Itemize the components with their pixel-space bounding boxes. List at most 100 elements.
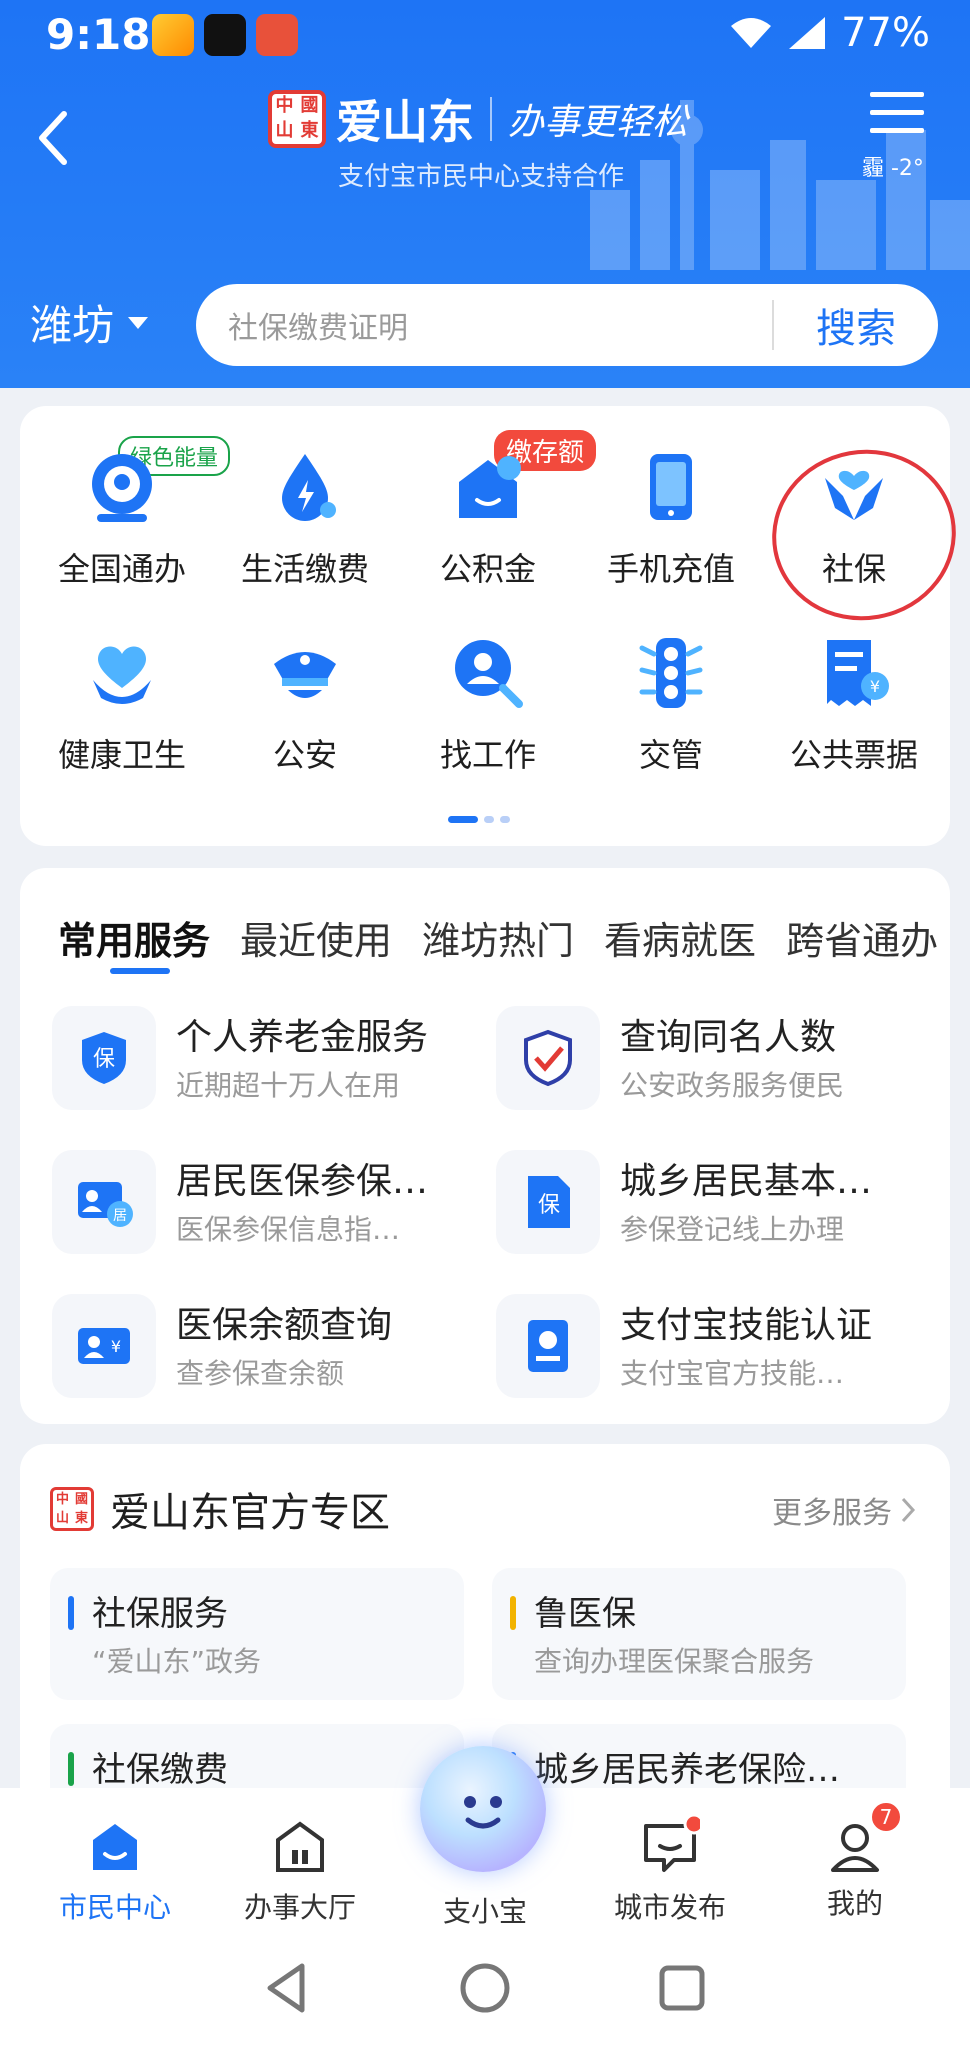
service-item-urban-rural[interactable]: 保 城乡居民基本… 参保登记线上办理	[496, 1150, 916, 1254]
tab-city-news[interactable]: 城市发布	[585, 1813, 755, 1926]
grid-item-nationwide[interactable]: 绿色能量 全国通办	[32, 436, 231, 590]
more-services-link[interactable]: 更多服务	[772, 1488, 916, 1532]
water-drop-bolt-icon	[282, 454, 336, 521]
grid-item-phone-topup[interactable]: 手机充值	[581, 448, 761, 590]
service-title: 个人养老金服务	[176, 1017, 429, 1058]
zone-item-subtitle: 查询办理医保聚合服务	[534, 1645, 815, 1678]
grid-item-label: 生活缴费	[240, 550, 369, 588]
service-item-medical-balance[interactable]: ¥ 医保余额查询 查参保查余额	[52, 1294, 472, 1398]
citizen-center-icon	[93, 1824, 137, 1870]
chevron-right-icon	[901, 1497, 916, 1523]
common-services-card: 常用服务 最近使用 潍坊热门 看病就医 跨省通办 保 个人养老金服务 近期超十万…	[20, 868, 950, 1424]
more-services-label: 更多服务	[772, 1496, 892, 1531]
service-title: 支付宝技能认证	[620, 1305, 873, 1346]
page-dot-active	[448, 816, 478, 823]
grid-item-housing-fund[interactable]: 缴存额 公积金	[398, 430, 597, 590]
shandong-seal-icon: 中 國 山 東	[50, 1487, 94, 1531]
tab-common-services[interactable]: 常用服务	[58, 910, 210, 965]
zone-header: 中 國 山 東 爱山东官方专区	[50, 1480, 390, 1538]
assistant-icon[interactable]	[420, 1746, 546, 1872]
service-item-resident-insurance[interactable]: 居 居民医保参保… 医保参保信息指…	[52, 1150, 472, 1254]
service-subtitle: 医保参保信息指…	[176, 1213, 401, 1246]
globe-person-icon	[92, 454, 152, 522]
system-nav-bar	[0, 1928, 970, 2048]
search-bar[interactable]: 社保缴费证明 搜索	[196, 284, 938, 366]
medical-card-icon: ¥	[52, 1294, 156, 1398]
heart-hands-icon	[93, 646, 151, 704]
grid-item-label: 公积金	[439, 550, 536, 588]
page-dot	[484, 816, 494, 823]
service-item-skill-cert[interactable]: 支付宝技能认证 支付宝官方技能…	[496, 1294, 916, 1398]
service-title: 居民医保参保…	[176, 1161, 429, 1202]
resident-card-icon: 居	[52, 1150, 156, 1254]
chevron-down-icon	[128, 316, 149, 329]
phone-icon	[650, 454, 692, 520]
certificate-icon	[496, 1294, 600, 1398]
store-app-icon	[256, 14, 298, 56]
tab-cross-province[interactable]: 跨省通办	[786, 910, 938, 965]
service-subtitle: 查参保查余额	[176, 1357, 345, 1390]
tab-label: 城市发布	[613, 1891, 726, 1924]
receipt-icon: ¥	[827, 640, 889, 706]
grid-item-jobs[interactable]: 找工作	[398, 634, 578, 776]
service-item-same-name[interactable]: 查询同名人数 公安政务服务便民	[496, 1006, 916, 1110]
douyin-app-icon	[204, 14, 246, 56]
status-time: 9:18	[46, 10, 151, 59]
tab-label: 办事大厅	[243, 1891, 356, 1924]
svg-text:居: 居	[113, 1208, 127, 1224]
search-input[interactable]: 社保缴费证明	[196, 303, 772, 347]
nav-home-icon[interactable]	[455, 1958, 515, 2018]
fund-house-icon	[459, 456, 521, 518]
tab-recent[interactable]: 最近使用	[240, 910, 392, 965]
grid-item-label: 公共票据	[789, 736, 918, 774]
brand-name: 爱山东	[336, 95, 474, 149]
service-title: 查询同名人数	[620, 1017, 837, 1058]
nav-recents-icon[interactable]	[652, 1958, 712, 2018]
city-selector[interactable]: 潍坊	[30, 292, 149, 353]
menu-icon[interactable]	[868, 88, 926, 138]
grid-item-health[interactable]: 健康卫生	[32, 634, 212, 776]
tab-profile[interactable]: 7 我的	[770, 1800, 940, 1922]
tab-label: 市民中心	[58, 1891, 171, 1924]
service-title: 医保余额查询	[176, 1305, 393, 1346]
notification-count: 7	[869, 1800, 903, 1834]
tab-weifang-hot[interactable]: 潍坊热门	[422, 910, 574, 965]
service-subtitle: 公安政务服务便民	[620, 1069, 845, 1102]
back-arrow-icon[interactable]	[30, 108, 76, 168]
tab-citizen-center[interactable]: 市民中心	[30, 1816, 200, 1926]
grid-item-traffic[interactable]: 交管	[581, 634, 761, 776]
weather-readout: 霾 -2°	[862, 156, 924, 181]
nav-back-icon[interactable]	[258, 1958, 318, 2018]
grid-item-public-receipts[interactable]: ¥ 公共票据	[764, 634, 944, 776]
person-search-icon	[455, 640, 523, 708]
zone-item-title: 鲁医保	[534, 1594, 636, 1634]
video-app-icon	[152, 14, 194, 56]
insurance-doc-icon: 保	[496, 1150, 600, 1254]
grid-item-utilities[interactable]: 生活缴费	[215, 448, 395, 590]
grid-item-label: 找工作	[439, 736, 536, 774]
svg-text:保: 保	[538, 1193, 560, 1218]
traffic-light-icon	[639, 638, 703, 708]
search-button[interactable]: 搜索	[774, 296, 938, 354]
service-title: 城乡居民基本…	[620, 1161, 873, 1202]
zone-item-social-security[interactable]: 社保服务 “爱山东”政务	[50, 1568, 464, 1700]
service-item-pension[interactable]: 保 个人养老金服务 近期超十万人在用	[52, 1006, 472, 1110]
status-bar: 9:18 77%	[0, 0, 970, 72]
service-subtitle: 参保登记线上办理	[620, 1213, 845, 1246]
city-name: 潍坊	[30, 301, 115, 350]
zone-item-accent	[68, 1752, 74, 1786]
tab-medical[interactable]: 看病就医	[604, 910, 756, 965]
service-hall-icon	[276, 1821, 324, 1872]
police-cap-icon	[274, 652, 336, 698]
page-indicator	[448, 816, 510, 823]
status-right: 77%	[729, 10, 930, 56]
zone-item-lu-medical[interactable]: 鲁医保 查询办理医保聚合服务	[492, 1568, 906, 1700]
tab-service-hall[interactable]: 办事大厅	[215, 1816, 385, 1926]
grid-item-police[interactable]: 公安	[215, 634, 395, 776]
tab-label: 我的	[826, 1887, 883, 1920]
zone-item-accent	[68, 1596, 74, 1630]
service-subtitle: 近期超十万人在用	[176, 1069, 401, 1102]
battery-level: 77%	[841, 10, 930, 56]
page-dot	[500, 816, 510, 823]
pension-shield-icon: 保	[52, 1006, 156, 1110]
